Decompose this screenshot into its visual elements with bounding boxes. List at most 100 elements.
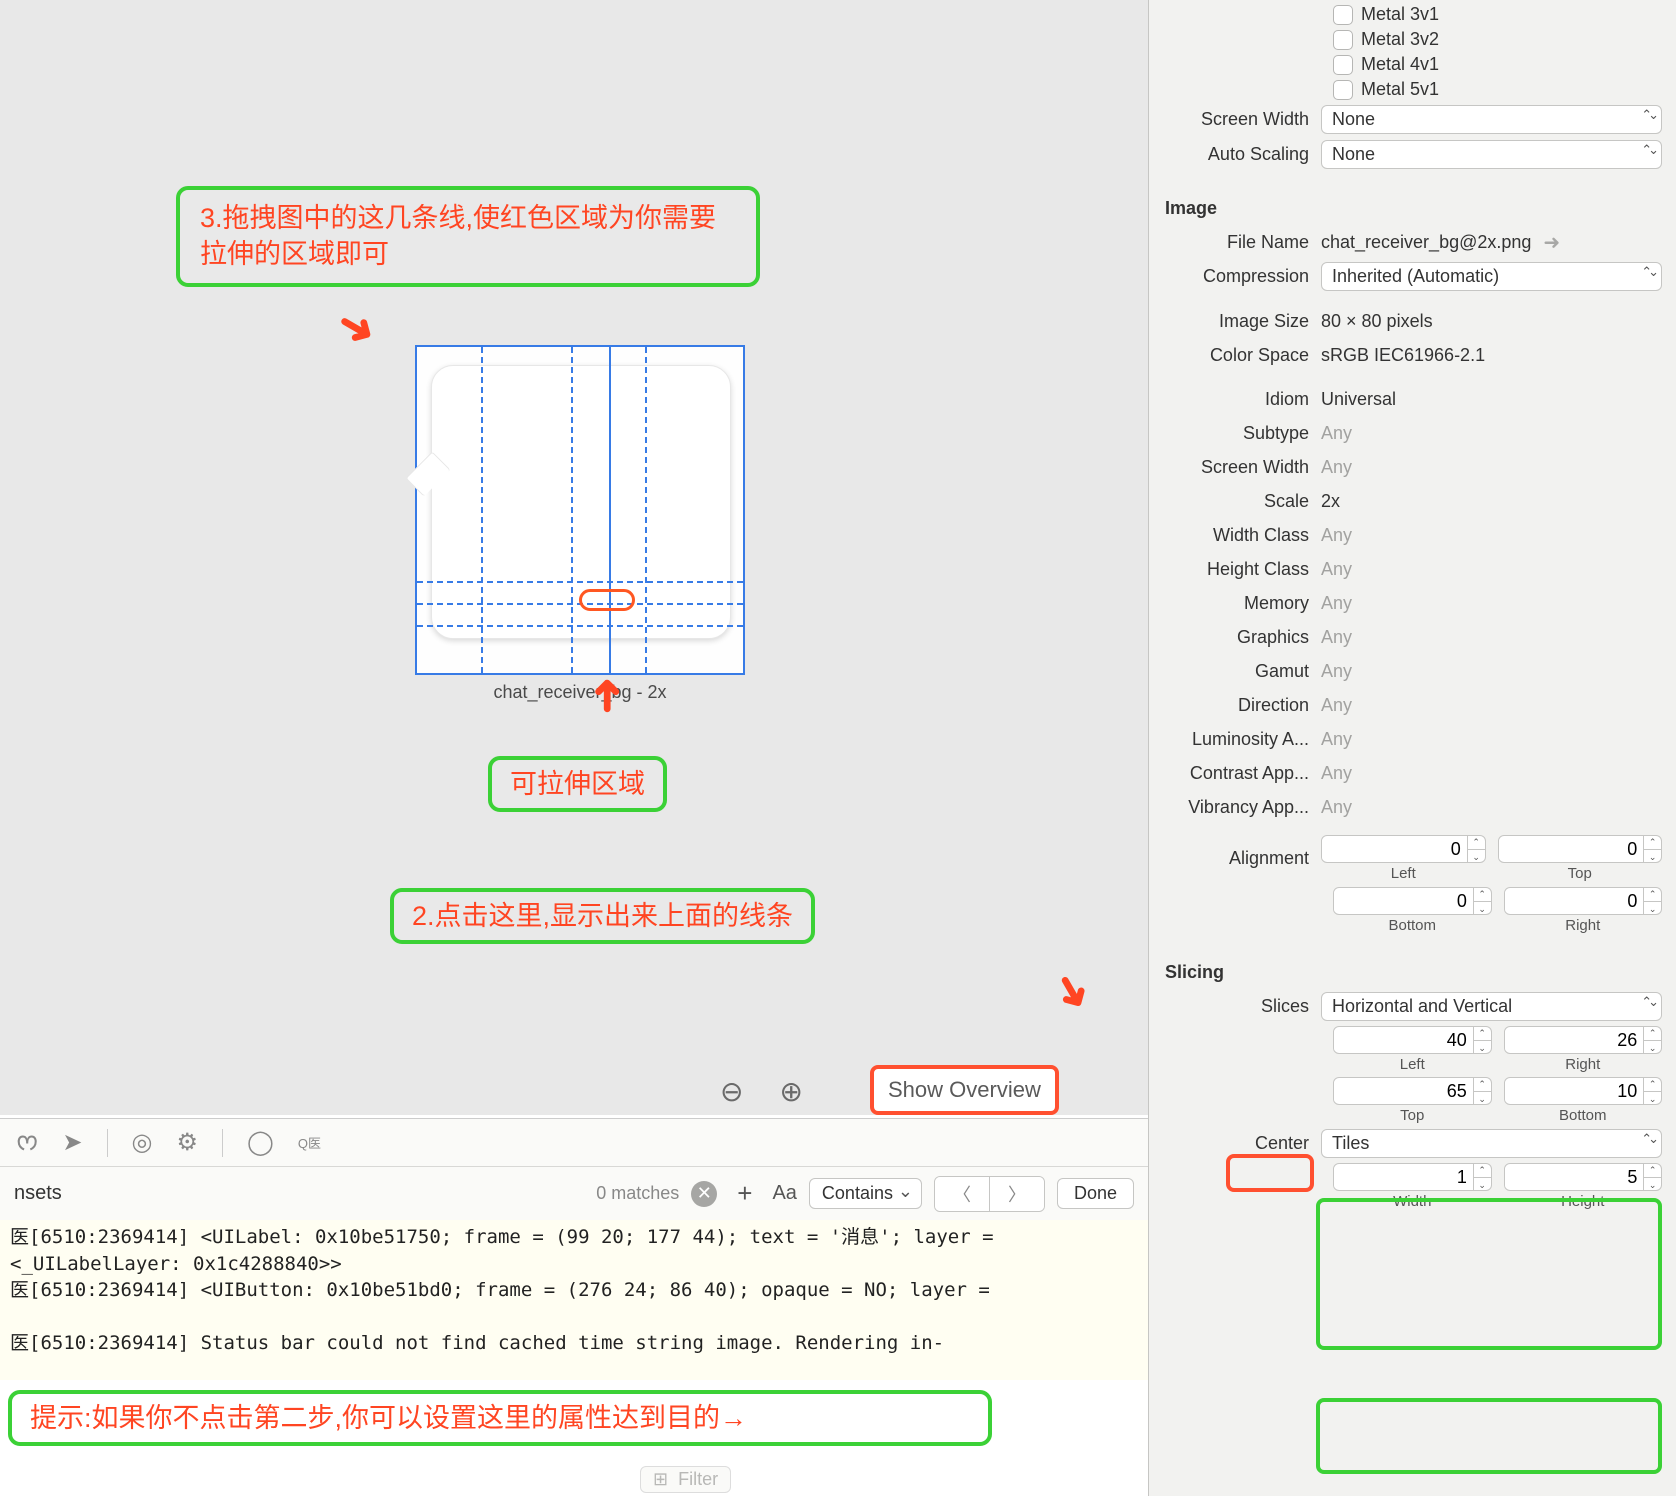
clear-icon[interactable]: ✕	[691, 1181, 717, 1207]
done-button[interactable]: Done	[1057, 1178, 1134, 1209]
scale-value: 2x	[1321, 491, 1662, 512]
asset-preview[interactable]	[415, 345, 745, 675]
checkbox-row: Metal 4v1	[1149, 52, 1676, 77]
camera-icon[interactable]: ◎	[132, 1128, 153, 1157]
field-label: Center	[1149, 1133, 1321, 1154]
center-width-stepper[interactable]: ⌃⌄	[1333, 1163, 1492, 1191]
prev-match-button[interactable]: 〈	[935, 1177, 989, 1211]
checkbox[interactable]	[1333, 30, 1353, 50]
field-label: Width Class	[1149, 525, 1321, 546]
vibrancy-value: Any	[1321, 797, 1662, 818]
checkbox[interactable]	[1333, 5, 1353, 25]
add-button[interactable]: +	[729, 1178, 760, 1209]
center-height-stepper[interactable]: ⌃⌄	[1504, 1163, 1663, 1191]
zoom-out-icon[interactable]: ⊖	[720, 1075, 743, 1108]
field-label: Contrast App...	[1149, 763, 1321, 784]
slice-top-stepper[interactable]: ⌃⌄	[1333, 1077, 1492, 1105]
location-icon[interactable]: ➤	[62, 1128, 82, 1157]
checkbox[interactable]	[1333, 55, 1353, 75]
luminosity-value: Any	[1321, 729, 1662, 750]
subtype-value: Any	[1321, 423, 1662, 444]
field-label: Idiom	[1149, 389, 1321, 410]
slice-guide-horizontal[interactable]	[417, 625, 743, 627]
idiom-value: Universal	[1321, 389, 1662, 410]
alignment-left-stepper[interactable]: ⌃⌄	[1321, 835, 1486, 863]
auto-scaling-select[interactable]: None	[1321, 140, 1662, 169]
field-label: File Name	[1149, 232, 1321, 253]
annotation-hint: 提示:如果你不点击第二步,你可以设置这里的属性达到目的→	[8, 1390, 992, 1446]
slice-bottom-stepper[interactable]: ⌃⌄	[1504, 1077, 1663, 1105]
console-filter[interactable]: ⊞ Filter	[640, 1466, 731, 1493]
annotation-step2: 2.点击这里,显示出来上面的线条	[390, 888, 815, 944]
gear-icon[interactable]: ⚙	[176, 1128, 198, 1157]
annotation-step3: 3.拖拽图中的这几条线,使红色区域为你需要拉伸的区域即可	[176, 186, 760, 287]
checkbox-row: Metal 3v2	[1149, 27, 1676, 52]
field-label: Auto Scaling	[1149, 144, 1321, 165]
field-label: Height Class	[1149, 559, 1321, 580]
field-label: Image Size	[1149, 311, 1321, 332]
field-label: Subtype	[1149, 423, 1321, 444]
file-name-value: chat_receiver_bg@2x.png➜	[1321, 230, 1662, 255]
slice-guide-horizontal[interactable]	[417, 581, 743, 583]
match-mode-select[interactable]: Contains	[809, 1178, 922, 1209]
color-space-value: sRGB IEC61966-2.1	[1321, 345, 1662, 366]
field-label: Compression	[1149, 266, 1321, 287]
checkbox-label: Metal 5v1	[1361, 79, 1439, 100]
width-class-value: Any	[1321, 525, 1662, 546]
image-size-value: 80 × 80 pixels	[1321, 311, 1662, 332]
compression-select[interactable]: Inherited (Automatic)	[1321, 262, 1662, 291]
arrow-icon: ➜	[581, 677, 632, 714]
section-title-slicing: Slicing	[1149, 954, 1676, 989]
field-label: Scale	[1149, 491, 1321, 512]
debug-console[interactable]: 医[6510:2369414] <UILabel: 0x10be51750; f…	[0, 1220, 1148, 1380]
checkbox[interactable]	[1333, 80, 1353, 100]
field-label: Vibrancy App...	[1149, 797, 1321, 818]
editor-canvas: chat_receiver_bg - 2x ⊖ ⊕ Show Overview	[0, 0, 1148, 1115]
field-label: Alignment	[1149, 848, 1321, 869]
slice-right-stepper[interactable]: ⌃⌄	[1504, 1026, 1663, 1054]
memory-value: Any	[1321, 593, 1662, 614]
alignment-top-stepper[interactable]: ⌃⌄	[1498, 835, 1663, 863]
field-label: Graphics	[1149, 627, 1321, 648]
zoom-in-icon[interactable]: ⊕	[779, 1075, 802, 1108]
height-class-value: Any	[1321, 559, 1662, 580]
center-select[interactable]: Tiles	[1321, 1129, 1662, 1158]
next-match-button[interactable]: 〉	[989, 1177, 1044, 1211]
checkbox-row: Metal 3v1	[1149, 2, 1676, 27]
field-label: Color Space	[1149, 345, 1321, 366]
slices-select[interactable]: Horizontal and Vertical	[1321, 992, 1662, 1021]
field-label: Direction	[1149, 695, 1321, 716]
direction-value: Any	[1321, 695, 1662, 716]
annotation-stretch-label: 可拉伸区域	[488, 756, 667, 812]
checkbox-row: Metal 5v1	[1149, 77, 1676, 102]
bottom-toolbar: ᰔ ➤ ◎ ⚙ ◯ Q医	[0, 1118, 1148, 1166]
section-title-image: Image	[1149, 190, 1676, 225]
alignment-bottom-stepper[interactable]: ⌃⌄	[1333, 887, 1492, 915]
graphics-value: Any	[1321, 627, 1662, 648]
app-label: Q医	[298, 1133, 321, 1152]
matches-count: 0 matches	[596, 1183, 679, 1204]
attributes-inspector: Metal 3v1 Metal 3v2 Metal 4v1 Metal 5v1 …	[1148, 0, 1676, 1496]
case-sensitive-toggle[interactable]: Aa	[772, 1182, 796, 1205]
field-label: Memory	[1149, 593, 1321, 614]
slice-left-stepper[interactable]: ⌃⌄	[1333, 1026, 1492, 1054]
screen-width-value: Any	[1321, 457, 1662, 478]
reveal-icon[interactable]: ➜	[1543, 230, 1560, 255]
checkbox-label: Metal 4v1	[1361, 54, 1439, 75]
field-label: Luminosity A...	[1149, 729, 1321, 750]
find-bar: 0 matches ✕ + Aa Contains 〈〉 Done	[0, 1166, 1148, 1220]
field-label: Gamut	[1149, 661, 1321, 682]
nodes-icon[interactable]: ᰔ	[16, 1124, 38, 1161]
gamut-value: Any	[1321, 661, 1662, 682]
app-icon[interactable]: ◯	[247, 1128, 274, 1157]
screen-width-select[interactable]: None	[1321, 105, 1662, 134]
alignment-right-stepper[interactable]: ⌃⌄	[1504, 887, 1663, 915]
field-label: Slices	[1149, 996, 1321, 1017]
field-label: Screen Width	[1149, 457, 1321, 478]
contrast-value: Any	[1321, 763, 1662, 784]
find-navigation[interactable]: 〈〉	[934, 1176, 1045, 1212]
stretch-region-highlight	[579, 589, 635, 611]
checkbox-label: Metal 3v2	[1361, 29, 1439, 50]
search-input[interactable]	[14, 1182, 279, 1205]
show-overview-button[interactable]: Show Overview	[870, 1065, 1059, 1115]
